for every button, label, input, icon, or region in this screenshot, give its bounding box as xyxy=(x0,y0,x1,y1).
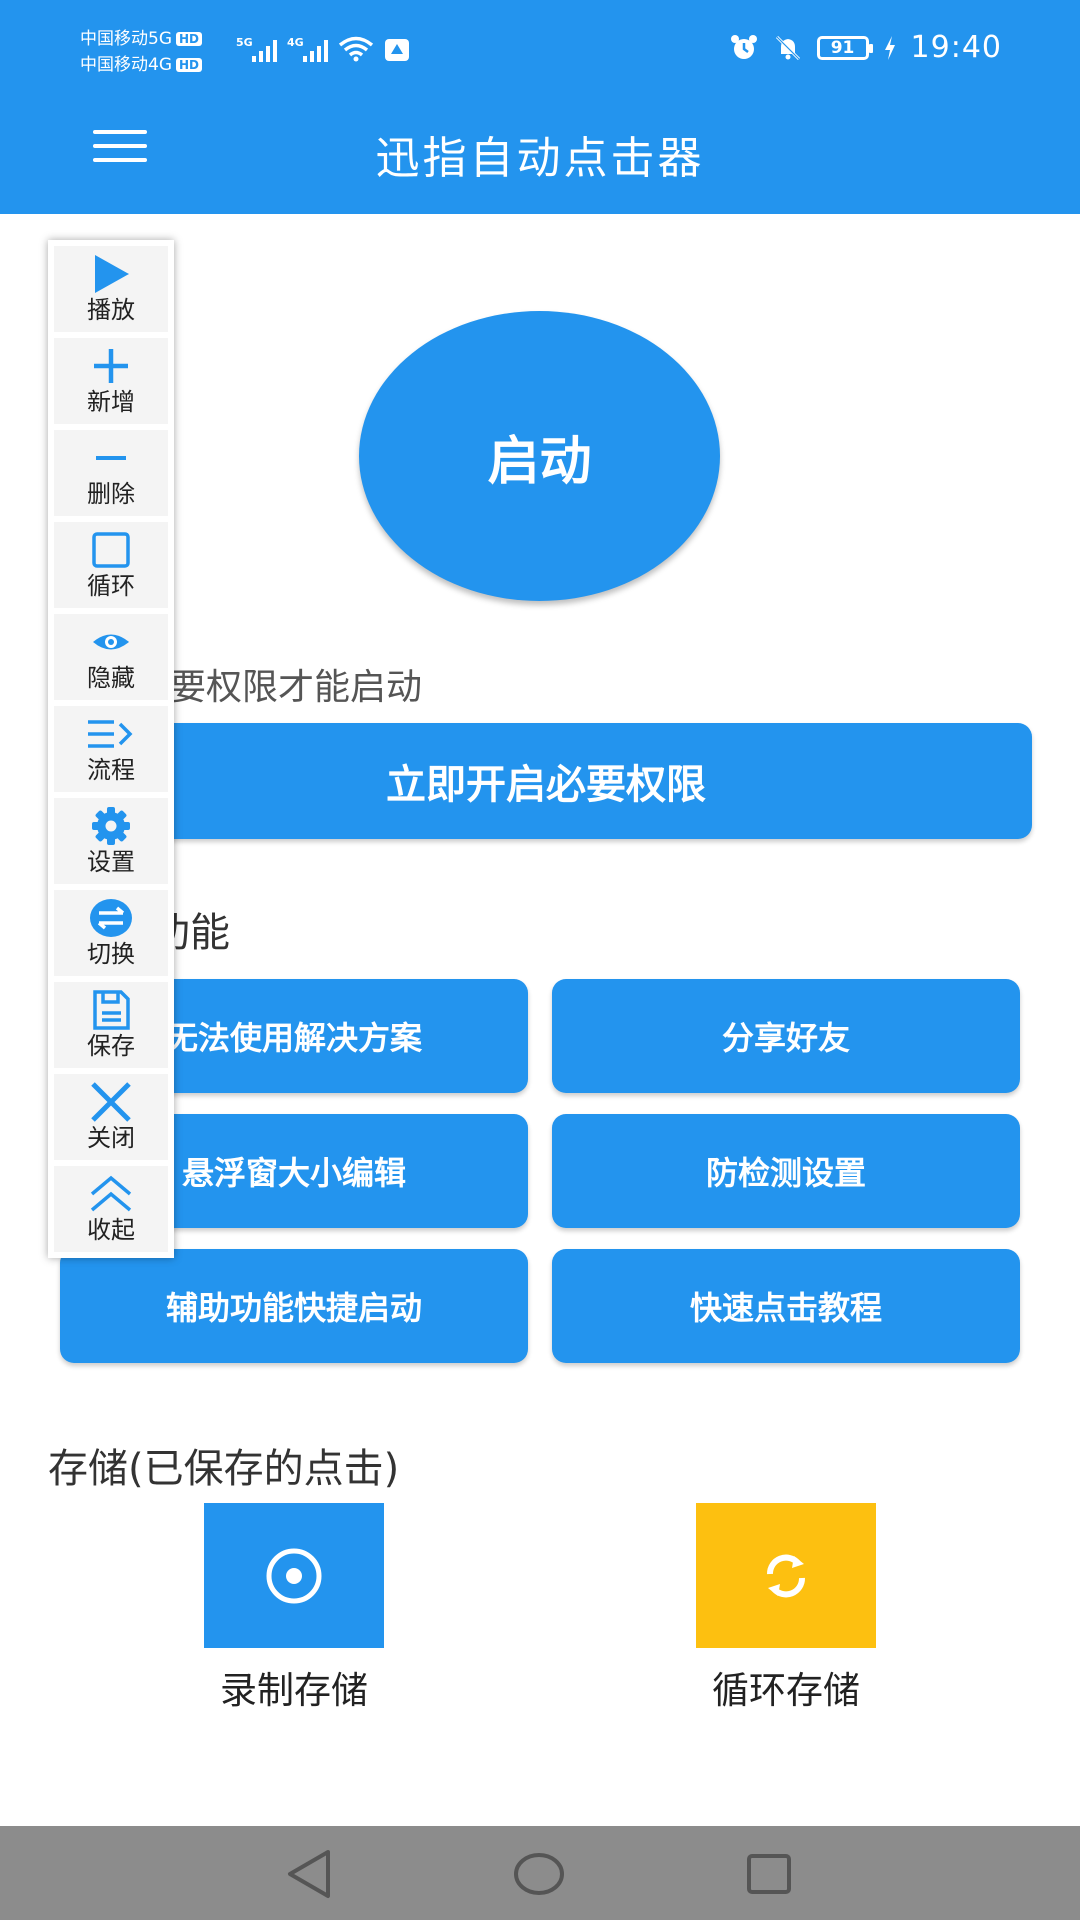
status-right: 91 19:40 xyxy=(729,30,1002,65)
storage-title: 存储(已保存的点击) xyxy=(48,1446,400,1492)
toolbar-loop[interactable]: 循环 xyxy=(54,522,168,608)
back-triangle-icon xyxy=(288,1850,330,1898)
toolbar-add[interactable]: 新增 xyxy=(54,338,168,424)
app-notification-icon xyxy=(385,39,409,61)
toolbar-collapse[interactable]: 收起 xyxy=(54,1166,168,1252)
toolbar-switch[interactable]: 切换 xyxy=(54,890,168,976)
chevron-double-up-icon xyxy=(90,1175,132,1212)
carrier-2: 中国移动4G xyxy=(80,55,172,75)
swap-icon xyxy=(90,899,132,937)
recents-square-icon xyxy=(747,1854,791,1894)
battery-indicator: 91 xyxy=(816,35,873,60)
toolbar-hide[interactable]: 隐藏 xyxy=(54,614,168,700)
carrier-1: 中国移动5G xyxy=(80,29,172,49)
share-friends-button[interactable]: 分享好友 xyxy=(552,979,1020,1093)
loop-storage-tile[interactable] xyxy=(696,1503,876,1648)
signal-5g-icon: 5G xyxy=(236,36,277,62)
nav-home-button[interactable] xyxy=(511,1846,571,1902)
hd-badge: HD xyxy=(176,32,203,46)
gear-icon xyxy=(92,807,130,845)
signal-indicators: 5G 4G xyxy=(236,36,410,62)
record-icon xyxy=(266,1548,322,1603)
clock: 19:40 xyxy=(910,30,1002,65)
play-icon xyxy=(95,255,129,293)
permission-note: 要权限才能启动 xyxy=(170,667,423,708)
toolbar-delete[interactable]: 删除 xyxy=(54,430,168,516)
nav-recents-button[interactable] xyxy=(745,1846,805,1902)
record-storage-label: 录制存储 xyxy=(220,1669,368,1712)
start-button[interactable]: 启动 xyxy=(359,311,720,601)
accessibility-shortcut-button[interactable]: 辅助功能快捷启动 xyxy=(60,1249,528,1363)
square-icon xyxy=(92,532,130,568)
eye-icon xyxy=(93,634,129,650)
close-icon xyxy=(91,1082,131,1122)
record-storage-tile[interactable] xyxy=(204,1503,384,1648)
quick-click-tutorial-button[interactable]: 快速点击教程 xyxy=(552,1249,1020,1363)
list-arrow-icon xyxy=(88,720,133,748)
system-navigation-bar xyxy=(0,1826,1080,1920)
plus-icon xyxy=(94,349,128,383)
charging-icon xyxy=(884,35,895,60)
floating-toolbar: 播放 新增 删除 循环 隐藏 流程 设置 切换 保存 关闭 收起 xyxy=(48,240,174,1258)
home-circle-icon xyxy=(514,1853,564,1895)
toolbar-close[interactable]: 关闭 xyxy=(54,1074,168,1160)
signal-4g-icon: 4G xyxy=(287,36,328,62)
anti-detection-button[interactable]: 防检测设置 xyxy=(552,1114,1020,1228)
nav-back-button[interactable] xyxy=(284,1846,344,1902)
wifi-icon xyxy=(338,36,374,62)
carrier-info: 中国移动5G HD 中国移动4G HD xyxy=(80,26,203,78)
toolbar-flow[interactable]: 流程 xyxy=(54,706,168,792)
app-title: 迅指自动点击器 xyxy=(375,133,705,184)
enable-permissions-button[interactable]: 立即开启必要权限 xyxy=(60,723,1032,839)
loop-storage-label: 循环存储 xyxy=(712,1669,860,1712)
toolbar-save[interactable]: 保存 xyxy=(54,982,168,1068)
minus-icon xyxy=(96,456,126,460)
hd-badge: HD xyxy=(176,58,203,72)
toolbar-settings[interactable]: 设置 xyxy=(54,798,168,884)
toolbar-play[interactable]: 播放 xyxy=(54,246,168,332)
app-header: 中国移动5G HD 中国移动4G HD 5G 4G 91 19:40 迅指自动点… xyxy=(0,0,1080,214)
alarm-icon xyxy=(730,34,757,59)
save-icon xyxy=(93,990,130,1030)
bell-muted-icon xyxy=(775,35,800,60)
loop-refresh-icon xyxy=(766,1554,806,1597)
